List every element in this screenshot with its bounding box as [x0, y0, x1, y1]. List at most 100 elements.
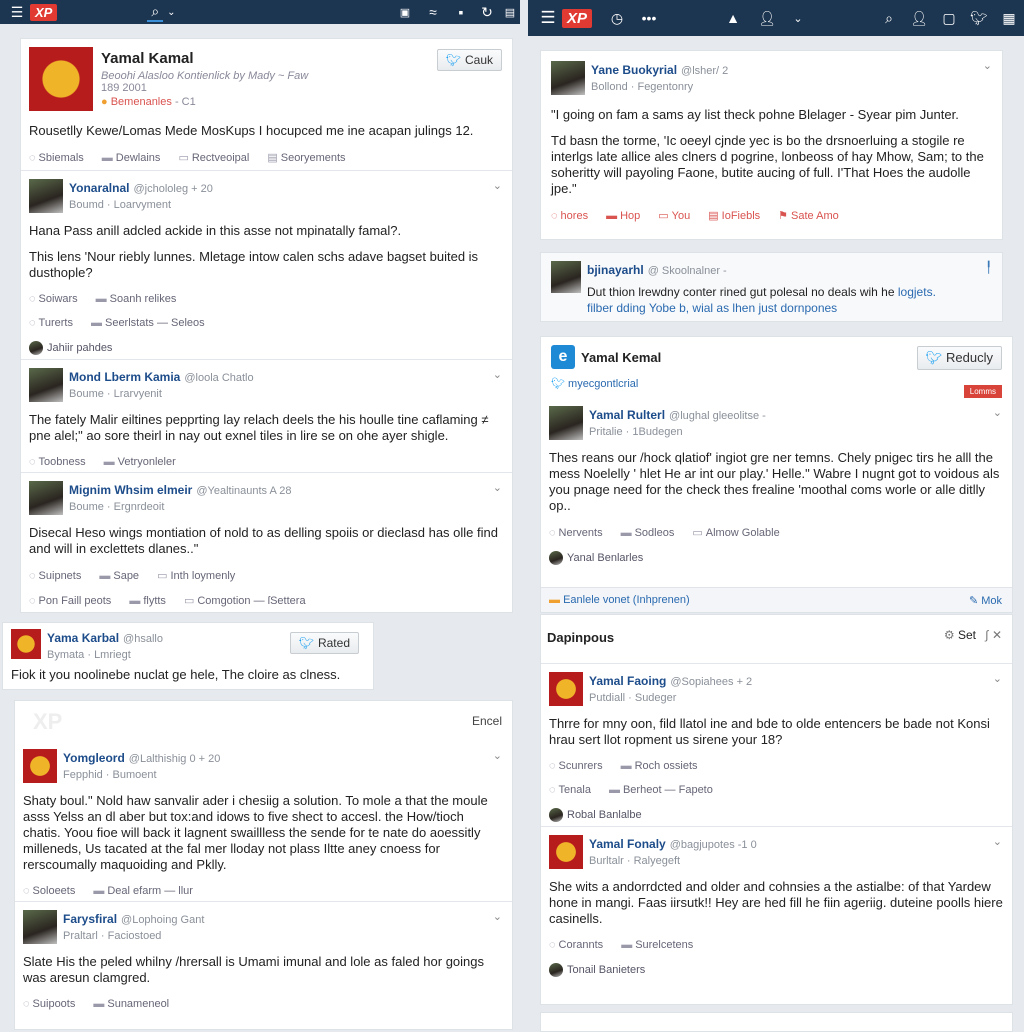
author-name[interactable]: Yamal Faoing — [589, 674, 666, 688]
reply-row[interactable]: Tonail Banieters — [549, 963, 1004, 977]
action-item[interactable]: ◌ Tenala — [549, 784, 591, 796]
database-icon[interactable]: ▢ — [934, 10, 964, 27]
action-item[interactable]: ▭ Comgotion — ſSettera — [184, 594, 306, 607]
avatar[interactable] — [29, 368, 63, 402]
action-item[interactable]: ▬ Dewlains — [102, 152, 161, 164]
close-icon[interactable]: ✕ — [992, 628, 1002, 642]
author-name[interactable]: Mignim Whsim elmeir — [69, 483, 192, 497]
chevron-down-icon[interactable]: ⌄ — [993, 835, 1002, 848]
avatar[interactable] — [23, 910, 57, 944]
author-name[interactable]: Yamal Fonaly — [589, 837, 666, 851]
action-item[interactable]: ▤ Seoryements — [267, 151, 345, 164]
chevron-down-icon[interactable]: ⌄ — [493, 179, 502, 192]
action-item[interactable]: ▬ Berheot — Fapeto — [609, 784, 713, 796]
search-icon[interactable]: ⌕ — [147, 3, 164, 22]
edit-icon[interactable]: ∫ — [985, 628, 988, 642]
twitter-icon[interactable]: 🐦︎ — [964, 10, 994, 27]
action-item[interactable]: ◌ Toobness — [29, 456, 86, 468]
tweet-link[interactable]: logjets. — [898, 285, 936, 299]
reply-button[interactable]: 🐦︎ Reducly — [916, 346, 1002, 370]
action-item[interactable]: ◌ Scunrers — [549, 760, 603, 772]
window-icon[interactable]: ▤ — [500, 6, 520, 19]
action-item[interactable]: ▬ Deal efarm — llur — [93, 885, 193, 897]
reply-row[interactable]: Robal Banlalbe — [549, 808, 1004, 822]
avatar[interactable] — [23, 749, 57, 783]
gear-icon[interactable]: ⚙ — [944, 628, 955, 642]
search-doc-icon[interactable]: ⌕ — [874, 10, 904, 27]
action-item[interactable]: ▬ Seerlstats — Seleos — [91, 317, 205, 329]
chevron-down-icon[interactable]: ⌄ — [493, 481, 502, 494]
chevron-down-icon[interactable]: ⌄ — [993, 406, 1002, 419]
action-item[interactable]: ◌ Corannts — [549, 939, 603, 951]
author-name[interactable]: bjinayarhl — [587, 263, 644, 277]
action-item[interactable]: ▬ flytts — [129, 595, 166, 607]
chevron-down-icon[interactable]: ⌄ — [163, 7, 179, 18]
profile-action-button[interactable]: 🐦︎ Cauk — [436, 49, 502, 71]
wave-icon[interactable]: ≈ — [418, 4, 448, 20]
header-action[interactable]: Encel — [472, 714, 502, 728]
action-item[interactable]: ▬ Sodleos — [621, 527, 675, 539]
action-item[interactable]: ▬ Vetryonleler — [104, 456, 176, 468]
grid-icon[interactable]: ▦ — [994, 10, 1024, 27]
tweet-link[interactable]: filber dding Yobe b, wial as lhen just d… — [587, 301, 837, 315]
author-name[interactable]: Mond Lberm Kamia — [69, 370, 180, 384]
action-item[interactable]: ◌ Sbiemals — [29, 152, 84, 164]
app-logo[interactable]: XP — [562, 8, 593, 28]
action-item[interactable]: ◌ Suipoots — [23, 998, 75, 1010]
action-item[interactable]: ◌ Turerts — [29, 317, 73, 329]
reply-row[interactable]: Jahiir pahdes — [29, 341, 504, 355]
author-name[interactable]: Yamal Rulterl — [589, 408, 665, 422]
account-link[interactable]: myecgontlcrial — [568, 378, 638, 390]
chevron-down-icon[interactable]: ⌄ — [493, 749, 502, 762]
chevron-down-icon[interactable]: ⌄ — [983, 59, 992, 72]
action-item[interactable]: ▬ Sape — [99, 570, 139, 582]
chevron-down-icon[interactable]: ⌄ — [993, 672, 1002, 685]
more-icon[interactable]: ••• — [634, 10, 664, 26]
avatar[interactable] — [29, 481, 63, 515]
chevron-down-icon[interactable]: ⌄ — [493, 368, 502, 381]
avatar[interactable] — [549, 672, 583, 706]
action-item[interactable]: ▬ Surelcetens — [621, 939, 693, 951]
action-item[interactable]: ▬ Roch ossiets — [621, 760, 698, 772]
chevron-down-icon[interactable]: ⌄ — [493, 910, 502, 923]
timer-icon[interactable]: ◷ — [600, 10, 634, 27]
action-item[interactable]: ▭ Inth loymenly — [157, 569, 235, 582]
action-item[interactable]: ◌ Soiwars — [29, 293, 78, 305]
avatar[interactable] — [549, 406, 583, 440]
action-item[interactable]: ▬ Hop — [606, 210, 640, 222]
rated-button[interactable]: 🐦︎ Rated — [289, 632, 359, 654]
avatar[interactable] — [29, 179, 63, 213]
action-item[interactable]: ▭ Almow Golable — [692, 526, 779, 539]
action-item[interactable]: ▤ IoFiebls — [708, 209, 760, 222]
refresh-icon[interactable]: ↻ — [474, 4, 500, 21]
avatar[interactable] — [11, 629, 41, 659]
footer-link[interactable]: Eanlele vonet (Inhprenen) — [563, 594, 690, 606]
action-item[interactable]: ◌ Nervents — [549, 527, 603, 539]
reply-row[interactable]: Yanal Benlarles — [549, 551, 1004, 565]
author-name[interactable]: Yane Buokyrial — [591, 63, 677, 77]
edit-button[interactable]: ✎ Mok — [969, 594, 1002, 607]
app-logo[interactable]: XP — [30, 3, 58, 21]
menu-icon[interactable]: ☰ — [534, 8, 562, 28]
profile-avatar[interactable] — [29, 47, 93, 111]
action-item[interactable]: ◌ Suipnets — [29, 570, 81, 582]
settings-label[interactable]: Set — [958, 628, 976, 642]
avatar[interactable] — [549, 835, 583, 869]
alert-icon[interactable]: ▲ — [716, 10, 750, 26]
action-item[interactable]: ▬ Soanh relikes — [96, 293, 177, 305]
action-item[interactable]: ◌ Pon Faill peots — [29, 595, 111, 607]
search-doc-icon[interactable]: ▣ — [392, 6, 418, 19]
action-item[interactable]: ▬ Sunameneol — [93, 998, 169, 1010]
user-icon[interactable]: 👤︎ — [904, 10, 934, 27]
author-name[interactable]: Yonaralnal — [69, 181, 129, 195]
action-item[interactable]: ◌ hores — [551, 210, 588, 222]
profile-badge[interactable]: Bemenanles — [111, 96, 172, 108]
action-item[interactable]: ▭ Rectveoipal — [178, 151, 249, 164]
avatar[interactable] — [551, 61, 585, 95]
avatar[interactable] — [551, 261, 581, 293]
author-name[interactable]: Yama Karbal — [47, 631, 119, 645]
action-item[interactable]: ▭ You — [658, 209, 690, 222]
author-name[interactable]: Yomgleord — [63, 751, 125, 765]
author-name[interactable]: Farysfiral — [63, 912, 117, 926]
save-icon[interactable]: ▪ — [448, 4, 474, 20]
